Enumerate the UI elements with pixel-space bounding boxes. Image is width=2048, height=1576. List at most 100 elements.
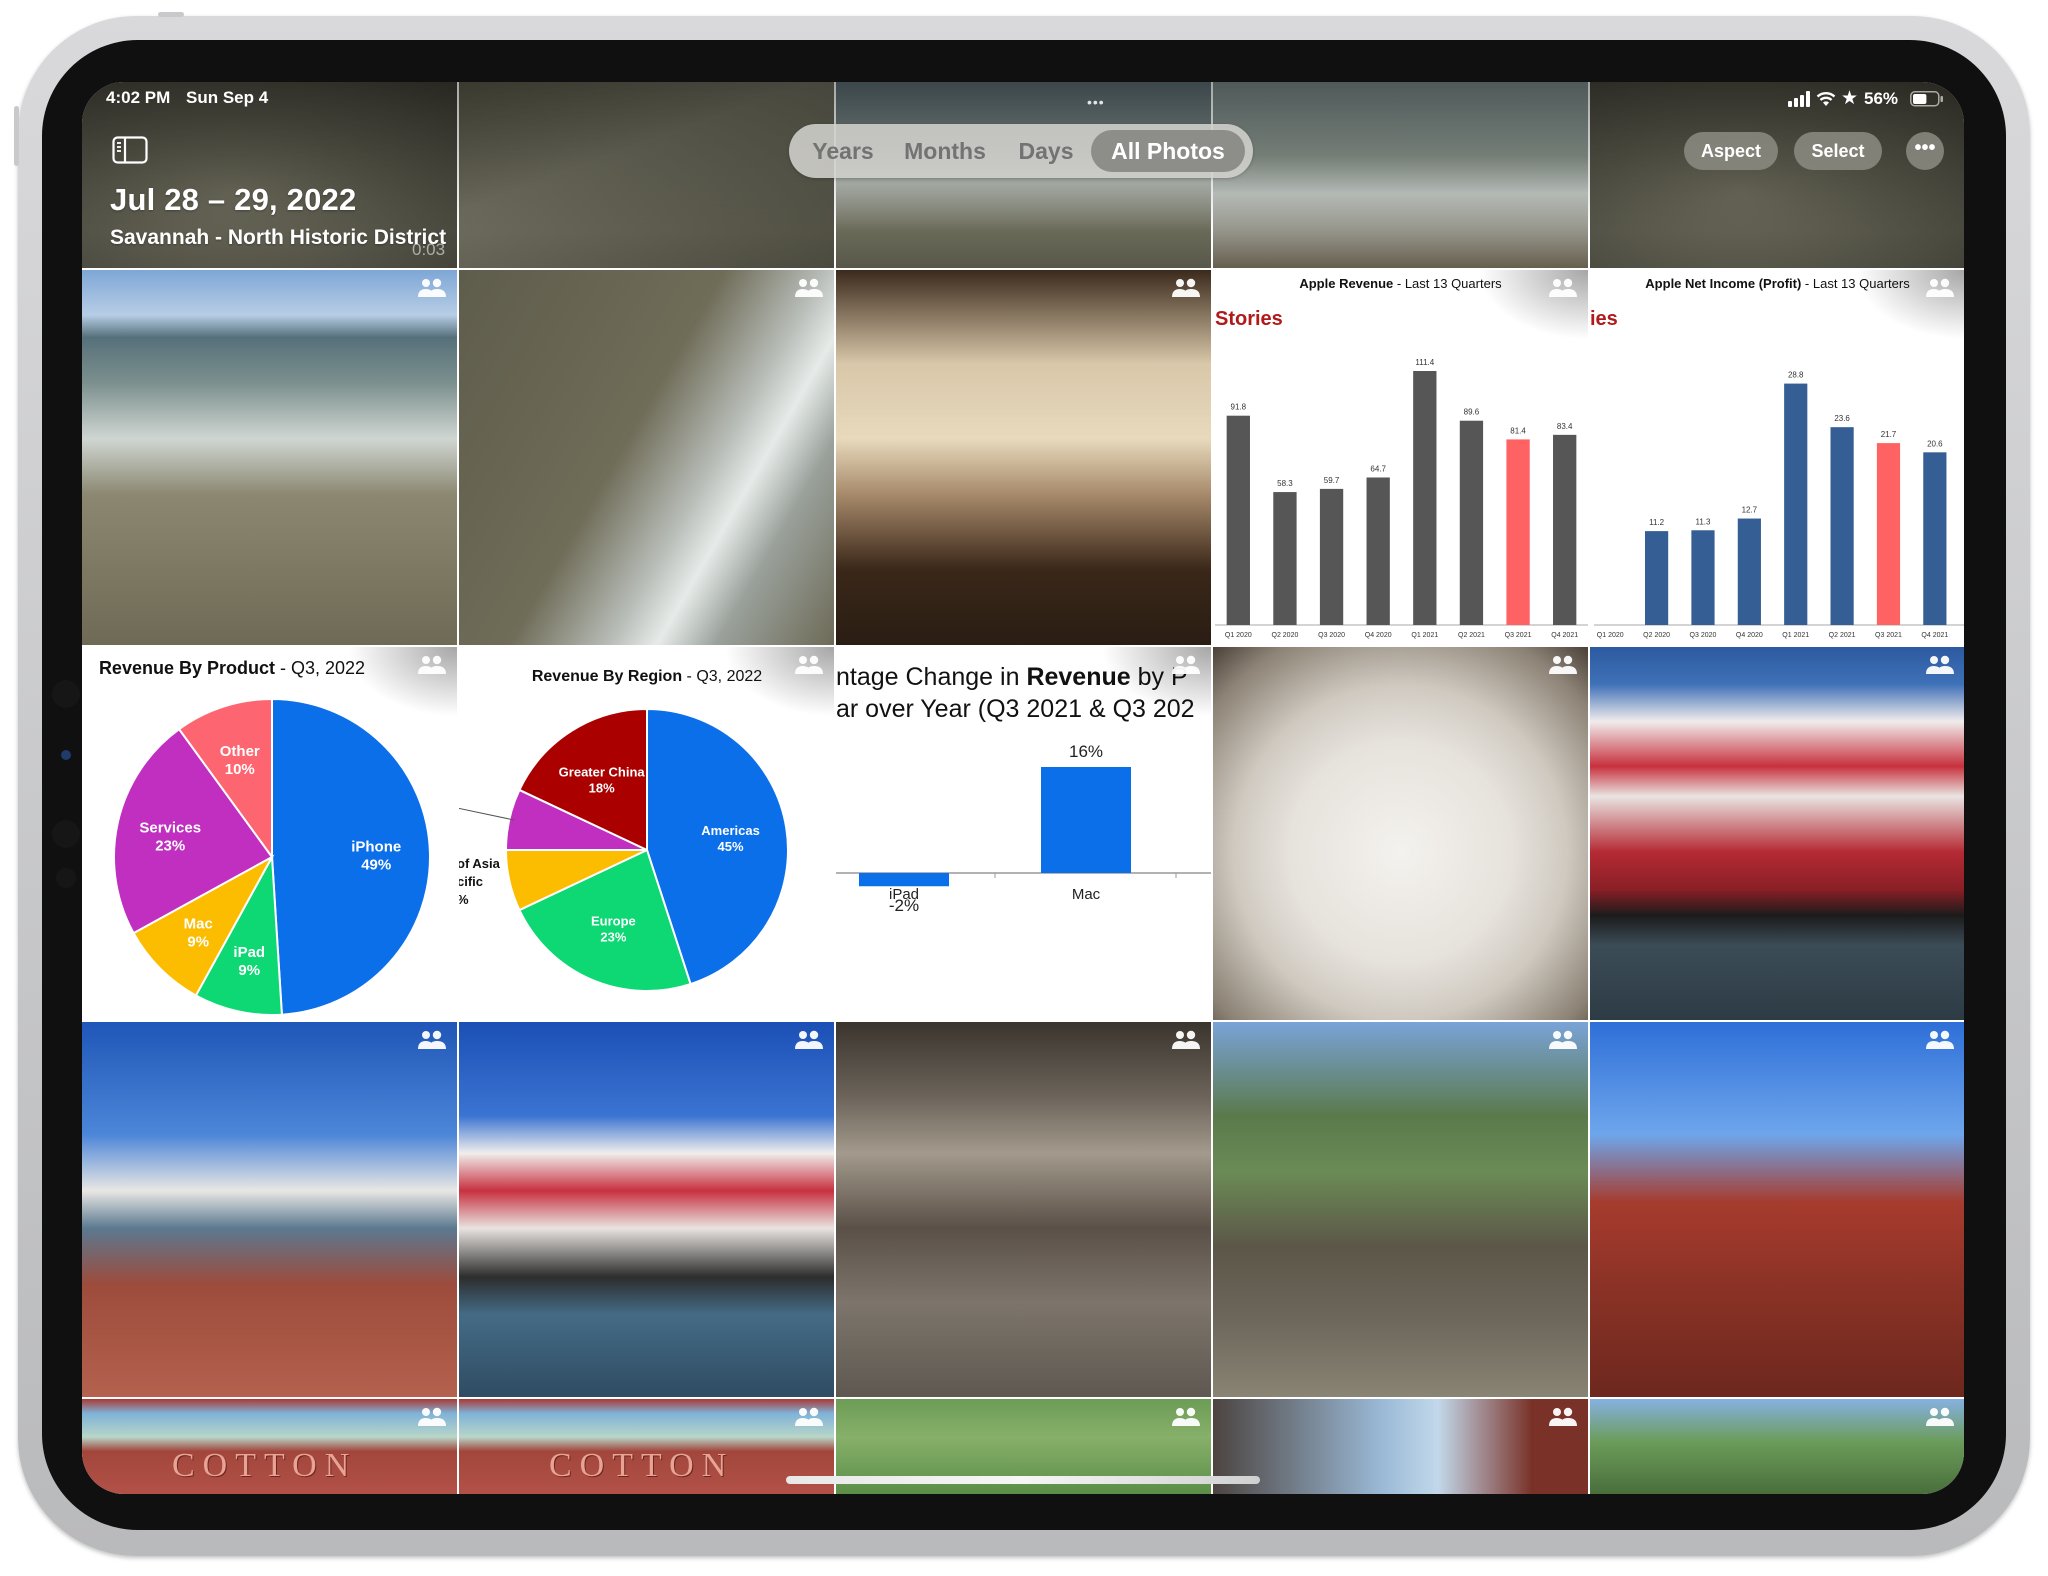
- bar-value-label: 11.3: [1695, 517, 1711, 526]
- sidebar-icon: [112, 136, 148, 164]
- top-button: [158, 12, 184, 17]
- photo-thumbnail[interactable]: [1590, 647, 1964, 1020]
- x-tick-label: Q1 2020: [1225, 632, 1252, 639]
- x-tick-label: Q3 2020: [1690, 632, 1717, 639]
- x-tick-label: Q4 2021: [1551, 632, 1578, 639]
- shared-library-icon: [1171, 278, 1201, 298]
- tab-all-photos[interactable]: All Photos: [1091, 130, 1245, 172]
- pie-slice-value: 9%: [238, 962, 260, 979]
- volume-button: [14, 106, 19, 166]
- photo-thumbnail[interactable]: COTTON: [459, 1399, 834, 1494]
- front-camera-icon: [61, 750, 71, 760]
- shared-library-icon: [1171, 1407, 1201, 1427]
- bar: [1876, 443, 1901, 625]
- photo-thumbnail[interactable]: [1213, 1022, 1588, 1397]
- chart-screenshot-thumbnail[interactable]: Revenue By Product - Q3, 2022 iPhone 49% iP…: [82, 647, 457, 1020]
- pie-slice: [271, 697, 431, 1016]
- select-button[interactable]: Select: [1794, 132, 1882, 170]
- photo-thumbnail[interactable]: [1213, 82, 1588, 268]
- pie-outside-label: %: [459, 892, 469, 907]
- photo-thumbnail[interactable]: [459, 82, 834, 268]
- x-tick-label: Q1 2020: [1597, 632, 1624, 639]
- shared-library-icon: [794, 655, 824, 675]
- bar-value-label: 58.3: [1277, 479, 1293, 488]
- photo-thumbnail[interactable]: [82, 270, 457, 645]
- bar-value-label: 16%: [1069, 742, 1103, 761]
- photo-thumbnail[interactable]: [1590, 1022, 1964, 1397]
- bar: [1691, 530, 1715, 625]
- tab-days[interactable]: Days: [1003, 130, 1089, 172]
- x-tick-label: Mac: [1072, 886, 1101, 903]
- bar: [1923, 452, 1947, 625]
- shared-library-icon: [1925, 1030, 1955, 1050]
- wifi-icon: [1816, 92, 1836, 106]
- shared-library-icon: [1171, 655, 1201, 675]
- tab-years[interactable]: Years: [799, 130, 887, 172]
- shared-library-icon: [1548, 278, 1578, 298]
- video-duration: 0:03: [412, 240, 446, 259]
- photo-thumbnail[interactable]: [1213, 647, 1588, 1020]
- aspect-button[interactable]: Aspect: [1684, 132, 1778, 170]
- chart-title: Revenue By Product - Q3, 2022: [99, 658, 365, 678]
- photo-grid: Apple Revenue - Last 13 Quarters Stories 9…: [82, 82, 1964, 1494]
- pie-slice-value: 10%: [225, 761, 255, 778]
- shared-library-icon: [794, 1030, 824, 1050]
- bar: [1645, 531, 1669, 625]
- pie-slice-label: Other: [220, 743, 260, 760]
- shared-library-icon: [794, 278, 824, 298]
- photo-thumbnail[interactable]: [82, 1022, 457, 1397]
- photo-thumbnail[interactable]: [459, 1022, 834, 1397]
- photo-thumbnail[interactable]: [1590, 82, 1964, 268]
- bar: [1319, 488, 1344, 625]
- pie-leader-line: [459, 807, 515, 821]
- pie-slice-value: 23%: [155, 837, 185, 854]
- bar-value-label: 81.4: [1510, 426, 1526, 435]
- home-indicator[interactable]: [786, 1476, 1260, 1484]
- photo-thumbnail[interactable]: [836, 1022, 1211, 1397]
- bar: [1273, 492, 1297, 625]
- bar-value-label: 89.6: [1464, 408, 1480, 417]
- pie-slice-label: iPhone: [351, 839, 401, 856]
- pie-slice-label: Europe: [591, 914, 636, 929]
- bar-value-label: 12.7: [1742, 506, 1758, 515]
- chart-screenshot-thumbnail[interactable]: Revenue By Region - Q3, 2022 Americas 45% E…: [459, 647, 834, 1020]
- x-tick-label: Q2 2020: [1643, 632, 1670, 639]
- camera-sensor: [52, 680, 80, 708]
- photo-thumbnail[interactable]: COTTON: [82, 1399, 457, 1494]
- x-tick-label: Q4 2020: [1365, 632, 1392, 639]
- shared-library-icon: [1925, 655, 1955, 675]
- shared-library-icon: [1548, 655, 1578, 675]
- shared-library-icon: [1548, 1407, 1578, 1427]
- sidebar-toggle-button[interactable]: [112, 136, 148, 164]
- pie-slice-value: 45%: [718, 839, 744, 854]
- shared-library-icon: [1548, 1030, 1578, 1050]
- shared-library-icon: [1925, 278, 1955, 298]
- pie-outside-label: cific: [459, 874, 483, 889]
- camera-sensor: [56, 868, 76, 888]
- photo-embedded-text: COTTON: [172, 1447, 358, 1484]
- bar: [1226, 415, 1250, 625]
- photo-thumbnail[interactable]: [459, 270, 834, 645]
- bar: [1366, 477, 1390, 625]
- x-tick-label: Q2 2021: [1829, 632, 1856, 639]
- x-tick-label: Q3 2021: [1875, 632, 1902, 639]
- bar-value-label: 21.7: [1881, 430, 1897, 439]
- pie-slice-label: Services: [139, 819, 201, 836]
- chart-overlay-text: ies: [1590, 308, 1618, 330]
- multitasking-indicator-icon[interactable]: •••: [1087, 94, 1105, 110]
- pie-outside-label: of Asia: [459, 856, 501, 871]
- view-switcher: Years Months Days All Photos: [789, 124, 1253, 178]
- location-subtitle[interactable]: Savannah - North Historic District: [110, 226, 446, 250]
- chart-screenshot-thumbnail[interactable]: Apple Revenue - Last 13 Quarters Stories 9…: [1213, 270, 1588, 645]
- photo-thumbnail[interactable]: [1590, 1399, 1964, 1494]
- chart-screenshot-thumbnail[interactable]: ntage Change in Revenue by Par over Year…: [836, 647, 1211, 1020]
- more-button[interactable]: •••: [1906, 132, 1944, 170]
- chart-screenshot-thumbnail[interactable]: Apple Net Income (Profit) - Last 13 Quar…: [1590, 270, 1964, 645]
- tab-months[interactable]: Months: [889, 130, 1001, 172]
- camera-sensor: [52, 820, 80, 848]
- bar-value-label: -2%: [889, 896, 919, 915]
- pie-slice-label: iPad: [233, 944, 265, 961]
- bar: [1553, 434, 1577, 625]
- photo-thumbnail[interactable]: [1213, 1399, 1588, 1494]
- photo-thumbnail[interactable]: [836, 270, 1211, 645]
